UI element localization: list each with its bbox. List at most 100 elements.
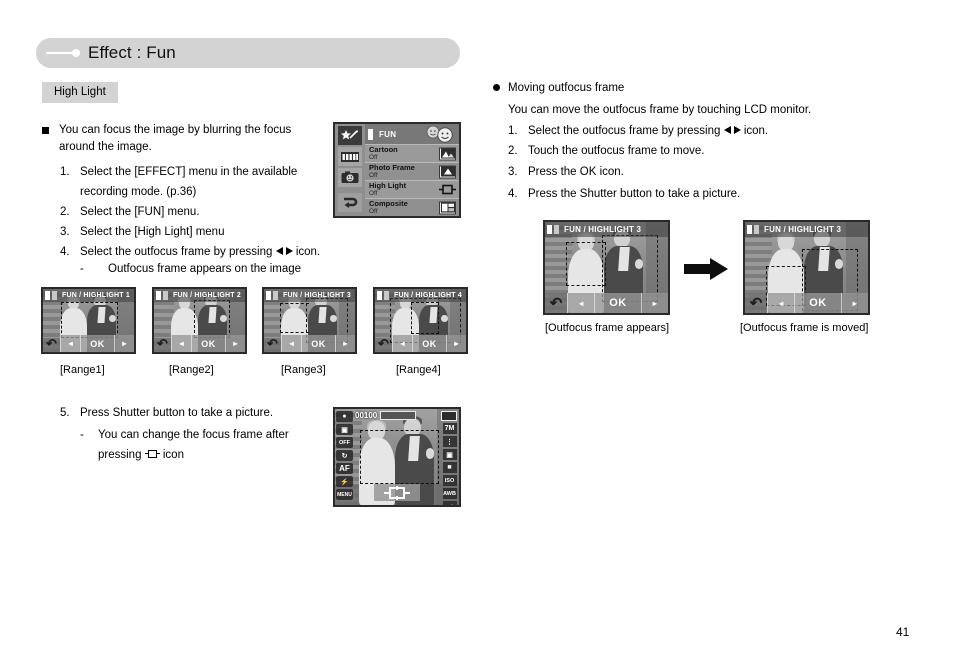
off-icon: OFF — [336, 437, 353, 448]
left-step-2-number: 2. — [60, 206, 70, 218]
left-right-arrows-icon — [275, 247, 293, 256]
menu-row-high-light-value: Off — [369, 189, 378, 197]
back-arrow-icon[interactable]: ↶ — [154, 335, 171, 352]
ok-button[interactable]: OK — [191, 335, 225, 352]
menu-row-high-light-name: High Light — [369, 180, 407, 190]
right-arrow-icon[interactable]: ▸ — [113, 335, 134, 352]
page-header-pill: Effect : Fun — [36, 38, 460, 68]
self-timer-icon: ↻ — [336, 450, 353, 461]
memory-bar-icon — [380, 411, 417, 420]
outfocus-appears-buttons: ↶ ◂ OK ▸ — [545, 293, 668, 313]
ok-button[interactable]: OK — [301, 335, 335, 352]
recording-mode-icon: ● — [336, 411, 353, 422]
ok-button[interactable]: OK — [794, 293, 841, 313]
menu-row-photo-frame-value: Off — [369, 171, 378, 179]
menu-content: FUN Cartoon Off Photo Frame Off High Lig… — [365, 124, 459, 216]
left-substep-5-line2-after: icon — [162, 449, 184, 461]
outfocus-appears-preview: FUN / HIGHLIGHT 3 ↶ ◂ OK ▸ — [543, 220, 670, 315]
section-tag-high-light: High Light — [42, 82, 118, 103]
right-step-1-number: 1. — [508, 125, 518, 137]
back-arrow-icon[interactable]: ↶ — [375, 335, 392, 352]
left-step-1-number: 1. — [60, 166, 70, 178]
square-bullet-icon — [42, 127, 49, 134]
menu-row-composite-name: Composite — [369, 198, 408, 208]
range4-header-label: FUN / HIGHLIGHT 4 — [394, 292, 462, 299]
menu-sidebar — [335, 124, 365, 216]
right-step-4: 4. Press the Shutter button to take a pi… — [508, 183, 838, 205]
menu-back-arrow-icon[interactable] — [338, 193, 362, 212]
left-right-arrows-icon — [723, 126, 741, 135]
high-light-frame-button[interactable] — [374, 484, 420, 501]
back-arrow-icon[interactable]: ↶ — [43, 335, 60, 352]
range2-buttons: ↶ ◂ OK ▸ — [154, 335, 245, 352]
left-arrow-icon[interactable]: ◂ — [281, 335, 302, 352]
menu-row-high-light[interactable]: High Light Off — [365, 180, 459, 198]
ok-button[interactable]: OK — [80, 335, 114, 352]
high-light-frame-icon — [439, 183, 456, 196]
flash-auto-icon: ⚡ — [336, 476, 353, 487]
left-intro-block: You can focus the image by blurring the … — [42, 122, 314, 156]
back-arrow-icon[interactable]: ↶ — [264, 335, 281, 352]
menu-row-composite-value: Off — [369, 207, 378, 215]
camera-smiley-icon[interactable] — [338, 168, 362, 187]
left-substep-4-text: Outfocus frame appears on the image — [108, 263, 302, 275]
range1-header-label: FUN / HIGHLIGHT 1 — [62, 292, 130, 299]
right-arrow-icon[interactable]: ▸ — [445, 335, 466, 352]
left-arrow-icon[interactable]: ◂ — [567, 293, 595, 313]
range3-preview: FUN / HIGHLIGHT 3 ↶ ◂ OK ▸ — [262, 287, 357, 354]
left-arrow-icon[interactable]: ◂ — [392, 335, 413, 352]
outfocus-moved-caption: [Outfocus frame is moved] — [740, 322, 869, 334]
right-step-2-number: 2. — [508, 145, 518, 157]
high-light-frame-icon — [144, 449, 160, 459]
round-bullet-icon — [493, 84, 500, 91]
magic-wand-star-icon[interactable] — [338, 126, 362, 145]
left-arrow-icon[interactable]: ◂ — [767, 293, 795, 313]
range2-caption: [Range2] — [169, 364, 214, 376]
range4-preview: FUN / HIGHLIGHT 4 ↶ ◂ OK ▸ — [373, 287, 468, 354]
outfocus-moved-preview: FUN / HIGHLIGHT 3 ↶ ◂ OK ▸ — [743, 220, 870, 315]
menu-row-cartoon[interactable]: Cartoon Off — [365, 144, 459, 162]
range4-topbar: FUN / HIGHLIGHT 4 — [375, 289, 466, 302]
outfocus-appears-header-label: FUN / HIGHLIGHT 3 — [564, 225, 642, 234]
range4-buttons: ↶ ◂ OK ▸ — [375, 335, 466, 352]
outfocus-appears-frame-left — [565, 242, 607, 286]
range3-caption: [Range3] — [281, 364, 326, 376]
fun-smiley-icon — [422, 125, 456, 143]
right-step-1-text-after: icon. — [743, 125, 769, 137]
left-step-5: 5. Press Shutter button to take a pictur… — [60, 403, 330, 465]
high-light-frame-icon — [384, 485, 410, 500]
menu-row-photo-frame[interactable]: Photo Frame Off — [365, 162, 459, 180]
left-step-3-text: Select the [High Light] menu — [80, 226, 225, 238]
range1-topbar: FUN / HIGHLIGHT 1 — [43, 289, 134, 302]
range3-topbar: FUN / HIGHLIGHT 3 — [264, 289, 355, 302]
back-arrow-icon[interactable]: ↶ — [745, 293, 767, 313]
ok-button[interactable]: OK — [594, 293, 641, 313]
outfocus-appears-topbar: FUN / HIGHLIGHT 3 — [545, 222, 668, 237]
range2-preview: FUN / HIGHLIGHT 2 ↶ ◂ OK ▸ — [152, 287, 247, 354]
transition-arrow-icon — [684, 258, 728, 280]
left-step-3-number: 3. — [60, 226, 70, 238]
metering-icon: ▣ — [442, 449, 457, 460]
left-arrow-icon[interactable]: ◂ — [60, 335, 81, 352]
film-strip-icon[interactable] — [338, 147, 362, 166]
right-arrow-icon[interactable]: ▸ — [334, 335, 355, 352]
menu-row-composite[interactable]: Composite Off — [365, 198, 459, 216]
left-arrow-icon[interactable]: ◂ — [171, 335, 192, 352]
range1-caption: [Range1] — [60, 364, 105, 376]
live-view-screen: 00100 ● ▣ OFF ↻ AF ⚡ MENU 7M ⋮ ▣ ■ ISO A… — [333, 407, 461, 507]
iso-icon: ISO — [442, 475, 457, 486]
resolution-7m-icon: 7M — [442, 423, 457, 434]
left-substep-5-dash: - — [80, 429, 84, 441]
menu-header: FUN — [365, 124, 459, 144]
outfocus-appears-frame-right — [601, 234, 659, 303]
ok-button[interactable]: OK — [412, 335, 446, 352]
right-arrow-icon[interactable]: ▸ — [640, 293, 668, 313]
battery-icon — [441, 411, 457, 421]
right-arrow-icon[interactable]: ▸ — [840, 293, 868, 313]
cartoon-icon — [439, 147, 456, 160]
live-view-focus-frame — [359, 430, 440, 484]
range2-outfocus-frame — [194, 300, 231, 339]
back-arrow-icon[interactable]: ↶ — [545, 293, 567, 313]
right-arrow-icon[interactable]: ▸ — [224, 335, 245, 352]
ev-icon: ◢ — [442, 501, 457, 505]
